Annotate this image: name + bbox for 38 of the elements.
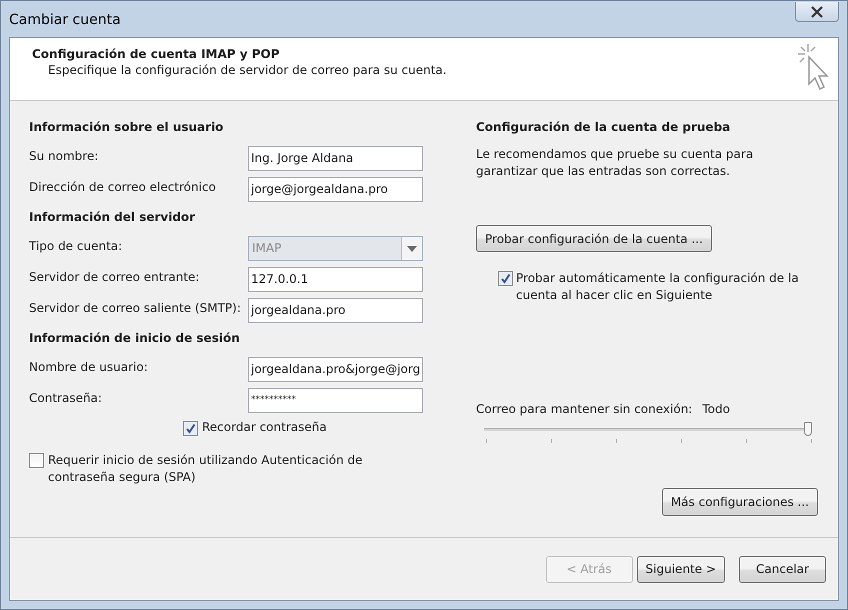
footer-button[interactable]: Siguiente > bbox=[636, 556, 725, 582]
header-subtitle: Especifique la configuración de servidor de correo para su cuenta. bbox=[47, 63, 447, 77]
input-field[interactable]: Ing. Jorge Aldana bbox=[248, 146, 423, 171]
field-label: Dirección de correo electrónico bbox=[29, 180, 216, 194]
field-label: Servidor de correo entrante: bbox=[29, 270, 200, 284]
input-field[interactable]: jorgealdana.pro bbox=[248, 298, 423, 323]
slider-thumb[interactable] bbox=[804, 422, 812, 436]
slider-value: Todo bbox=[702, 402, 730, 416]
test-account-button[interactable]: Probar configuración de la cuenta ... bbox=[476, 225, 712, 252]
checkbox[interactable] bbox=[498, 271, 513, 286]
header-title: Configuración de cuenta IMAP y POP bbox=[32, 47, 281, 61]
input-field[interactable]: jorgealdana.pro&jorge@jorg bbox=[248, 357, 423, 382]
password-field[interactable]: ********** bbox=[248, 388, 423, 413]
footer-button[interactable]: Cancelar bbox=[739, 556, 826, 582]
close-icon bbox=[810, 6, 824, 18]
window-title: Cambiar cuenta bbox=[9, 12, 121, 28]
field-label: Contraseña: bbox=[29, 391, 102, 405]
slider-label: Correo para mantener sin conexión: bbox=[476, 402, 692, 416]
section-heading: Información de inicio de sesión bbox=[29, 331, 241, 345]
field-label: Tipo de cuenta: bbox=[29, 239, 122, 253]
section-heading: Configuración de la cuenta de prueba bbox=[476, 120, 730, 134]
checkbox[interactable] bbox=[29, 453, 44, 468]
offline-mail-slider[interactable] bbox=[484, 422, 812, 444]
dropdown-arrow-icon bbox=[407, 246, 417, 252]
close-button[interactable] bbox=[795, 2, 839, 22]
description-text: Le recomendamos que pruebe su cuenta para garantizar que las entradas son correctas. bbox=[476, 146, 754, 180]
field-label: Nombre de usuario: bbox=[29, 360, 148, 374]
checkbox-label: Probar automáticamente la configuración de la cuenta al hacer clic en Siguiente bbox=[516, 270, 800, 304]
checkbox-label: Requerir inicio de sesión utilizando Autenticación de contraseña segura (SPA) bbox=[48, 452, 364, 486]
field-label: Su nombre: bbox=[29, 149, 98, 163]
checkbox-label: Recordar contraseña bbox=[202, 419, 327, 436]
section-heading: Información del servidor bbox=[29, 210, 196, 224]
checkbox[interactable] bbox=[183, 420, 198, 436]
input-field[interactable]: jorge@jorgealdana.pro bbox=[248, 177, 423, 202]
more-settings-button[interactable]: Más configuraciones ... bbox=[662, 488, 818, 516]
input-field[interactable]: 127.0.0.1 bbox=[248, 267, 423, 292]
section-heading: Información sobre el usuario bbox=[29, 120, 224, 134]
field-label: Servidor de correo saliente (SMTP): bbox=[29, 301, 241, 315]
